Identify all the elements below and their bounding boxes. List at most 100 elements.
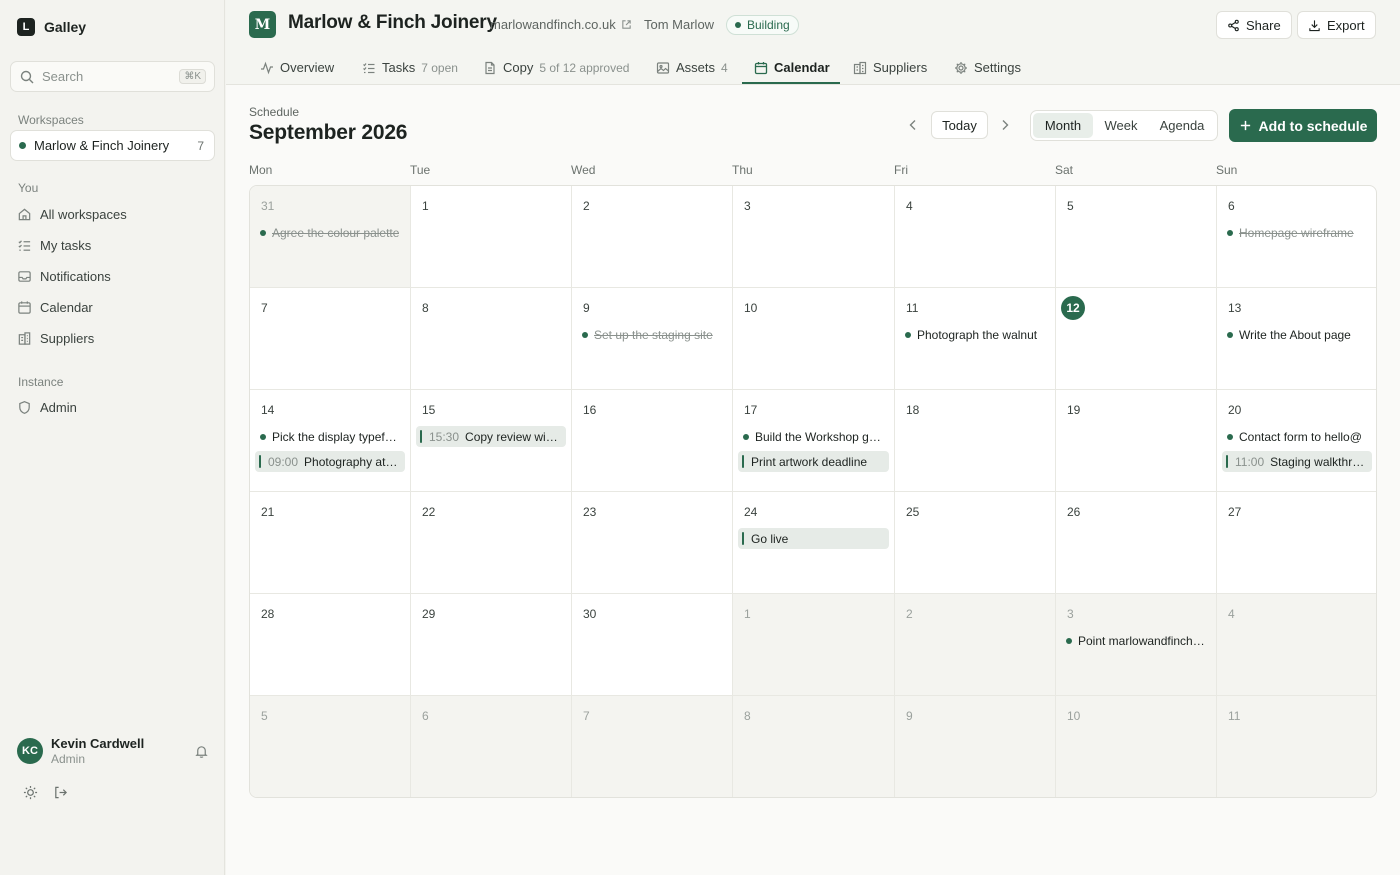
- schedule-event[interactable]: Print artwork deadline: [738, 451, 889, 472]
- day-cell[interactable]: 6: [411, 696, 572, 797]
- completed-task-item[interactable]: Set up the staging site: [582, 326, 722, 344]
- day-cell[interactable]: 8: [411, 288, 572, 390]
- day-cell[interactable]: 23: [572, 492, 733, 594]
- schedule-event[interactable]: 11:00 Staging walkthrough: [1222, 451, 1372, 472]
- day-number: 10: [744, 301, 758, 315]
- day-cell[interactable]: 3 Point marlowandfinch.co.uk: [1056, 594, 1217, 696]
- schedule-event[interactable]: 15:30 Copy review with Tom: [416, 426, 566, 447]
- day-cell[interactable]: 1: [733, 594, 895, 696]
- view-month-button[interactable]: Month: [1033, 113, 1093, 138]
- project-url-link[interactable]: marlowandfinch.co.uk: [490, 17, 632, 32]
- day-cell[interactable]: 5: [250, 696, 411, 797]
- day-cell[interactable]: 17 Build the Workshop gallery Print artwor…: [733, 390, 895, 492]
- day-cell[interactable]: 7: [250, 288, 411, 390]
- chevron-left-icon[interactable]: [905, 117, 921, 133]
- completed-task-item[interactable]: Agree the colour palette: [260, 224, 400, 242]
- event-bar: [420, 430, 422, 443]
- day-cell[interactable]: 1: [411, 186, 572, 288]
- chevron-right-icon[interactable]: [997, 117, 1013, 133]
- day-cell[interactable]: 11 Photograph the walnut: [895, 288, 1056, 390]
- day-cell[interactable]: 11: [1217, 696, 1376, 797]
- checklist-icon: [18, 239, 31, 251]
- day-cell[interactable]: 29: [411, 594, 572, 696]
- view-agenda-button[interactable]: Agenda: [1149, 113, 1215, 138]
- day-cell[interactable]: 24 Go live: [733, 492, 895, 594]
- day-cell[interactable]: 8: [733, 696, 895, 797]
- day-cell[interactable]: 2: [572, 186, 733, 288]
- today-button[interactable]: Today: [931, 111, 988, 139]
- share-button[interactable]: Share: [1216, 11, 1292, 39]
- brand[interactable]: L Galley: [17, 18, 86, 36]
- day-cell[interactable]: 19: [1056, 390, 1217, 492]
- logout-icon[interactable]: [53, 785, 68, 800]
- day-cell[interactable]: 5: [1056, 186, 1217, 288]
- day-number: 20: [1228, 403, 1242, 417]
- task-item[interactable]: Pick the display typeface: [260, 428, 400, 446]
- day-cell[interactable]: 22: [411, 492, 572, 594]
- day-cell[interactable]: 2: [895, 594, 1056, 696]
- user-profile[interactable]: KC Kevin Cardwell Admin: [17, 736, 209, 766]
- day-cell[interactable]: 30: [572, 594, 733, 696]
- add-to-schedule-button[interactable]: Add to schedule: [1229, 109, 1377, 142]
- sidebar-item-my-tasks[interactable]: My tasks: [17, 234, 91, 256]
- day-cell[interactable]: 9 Set up the staging site: [572, 288, 733, 390]
- sun-icon[interactable]: [23, 785, 38, 800]
- task-item[interactable]: Write the About page: [1227, 326, 1367, 344]
- day-cell[interactable]: 12: [1056, 288, 1217, 390]
- task-item[interactable]: Point marlowandfinch.co.uk: [1066, 632, 1206, 650]
- event-time: 15:30: [429, 429, 460, 444]
- day-cell[interactable]: 10: [1056, 696, 1217, 797]
- day-cell[interactable]: 10: [733, 288, 895, 390]
- workspace-item[interactable]: Marlow & Finch Joinery 7: [10, 130, 215, 161]
- day-cell[interactable]: 6 Homepage wireframe: [1217, 186, 1376, 288]
- sidebar-item-notifications[interactable]: Notifications: [17, 265, 111, 287]
- tab-overview[interactable]: Overview: [260, 51, 334, 84]
- search-input[interactable]: Search ⌘K: [10, 61, 215, 92]
- sidebar-item-suppliers[interactable]: Suppliers: [17, 327, 94, 349]
- schedule-event[interactable]: Go live: [738, 528, 889, 549]
- sidebar-item-admin[interactable]: Admin: [17, 396, 77, 418]
- event-title: Copy review with Tom: [465, 429, 560, 444]
- day-cell[interactable]: 14 Pick the display typeface 09:00 Photogra…: [250, 390, 411, 492]
- day-cell[interactable]: 26: [1056, 492, 1217, 594]
- day-cell[interactable]: 21: [250, 492, 411, 594]
- day-cell[interactable]: 28: [250, 594, 411, 696]
- export-button[interactable]: Export: [1297, 11, 1376, 39]
- day-cell[interactable]: 9: [895, 696, 1056, 797]
- day-cell[interactable]: 20 Contact form to hello@ 11:00 Staging wal…: [1217, 390, 1376, 492]
- task-item[interactable]: Contact form to hello@: [1227, 428, 1367, 446]
- tab-assets[interactable]: Assets 4: [656, 51, 728, 84]
- day-number: 3: [744, 199, 751, 213]
- day-cell[interactable]: 16: [572, 390, 733, 492]
- view-week-button[interactable]: Week: [1093, 113, 1149, 138]
- day-cell[interactable]: 25: [895, 492, 1056, 594]
- day-cell[interactable]: 4: [1217, 594, 1376, 696]
- bell-icon[interactable]: [194, 744, 209, 759]
- day-cell[interactable]: 27: [1217, 492, 1376, 594]
- tab-copy[interactable]: Copy 5 of 12 approved: [483, 51, 629, 84]
- completed-task-item[interactable]: Homepage wireframe: [1227, 224, 1367, 242]
- day-cell[interactable]: 4: [895, 186, 1056, 288]
- sidebar-item-all-workspaces[interactable]: All workspaces: [17, 203, 127, 225]
- main-content: M Marlow & Finch Joinery marlowandfinch.…: [226, 0, 1400, 875]
- day-cell[interactable]: 3: [733, 186, 895, 288]
- sidebar-item-label: My tasks: [40, 237, 92, 253]
- tab-settings[interactable]: Settings: [954, 51, 1021, 84]
- day-number: 8: [744, 709, 751, 723]
- task-item[interactable]: Build the Workshop gallery: [743, 428, 884, 446]
- day-cell[interactable]: 18: [895, 390, 1056, 492]
- tab-suppliers[interactable]: Suppliers: [853, 51, 927, 84]
- day-number: 6: [422, 709, 429, 723]
- tab-tasks[interactable]: Tasks 7 open: [362, 51, 458, 84]
- task-dot: [743, 434, 749, 440]
- schedule-event[interactable]: 09:00 Photography at the workshop: [255, 451, 405, 472]
- day-cell[interactable]: 31 Agree the colour palette: [250, 186, 411, 288]
- task-title: Contact form to hello@: [1239, 430, 1362, 444]
- day-cell[interactable]: 13 Write the About page: [1217, 288, 1376, 390]
- task-item[interactable]: Photograph the walnut: [905, 326, 1045, 344]
- task-dot: [582, 332, 588, 338]
- sidebar-item-calendar[interactable]: Calendar: [17, 296, 93, 318]
- day-cell[interactable]: 15 15:30 Copy review with Tom: [411, 390, 572, 492]
- day-cell[interactable]: 7: [572, 696, 733, 797]
- tab-calendar[interactable]: Calendar: [754, 51, 830, 84]
